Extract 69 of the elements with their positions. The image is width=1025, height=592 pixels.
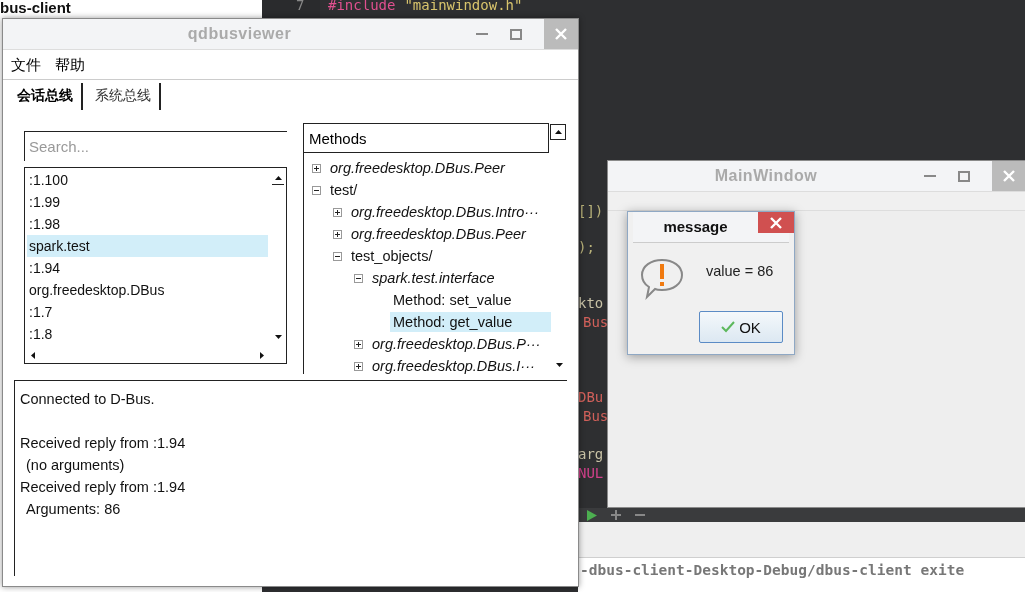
interface-item[interactable]: org.freedesktop.DBus.I··· (369, 356, 551, 376)
scroll-up-button[interactable] (553, 127, 563, 137)
menu-item[interactable]: 帮助 (55, 54, 85, 77)
interface-item[interactable]: org.freedesktop.DBus.Peer (348, 224, 551, 244)
maximize-icon[interactable] (510, 28, 522, 40)
code-fragment: DBu (578, 389, 604, 405)
code-fragment: arg (578, 446, 604, 462)
close-icon (555, 28, 567, 40)
collapse-icon[interactable] (354, 273, 363, 283)
interface-item[interactable]: org.freedesktop.DBus.P··· (369, 334, 551, 354)
window-title: qdbusviewer (186, 25, 293, 43)
message-text: value = 86 (705, 262, 774, 281)
scroll-down-button[interactable] (554, 360, 564, 370)
log-line: (no arguments) (25, 456, 126, 475)
line-number: 7 (296, 0, 305, 13)
code-token: #include (328, 0, 396, 13)
code-fragment: ); (578, 239, 595, 255)
expand-icon[interactable] (312, 163, 321, 173)
collapse-icon[interactable] (333, 251, 342, 261)
collapse-icon[interactable] (312, 185, 321, 195)
scroll-up-button[interactable] (273, 173, 283, 183)
close-icon (770, 216, 782, 229)
service-item[interactable]: :1.8 (27, 323, 268, 345)
object-path-item[interactable]: test/ (327, 180, 551, 200)
warning-icon (640, 257, 684, 301)
service-item[interactable]: org.freedesktop.DBus (27, 279, 268, 301)
code-token: "mainwindow.h" (404, 0, 523, 13)
add-icon[interactable] (610, 509, 622, 521)
code-fragment: Bus (583, 314, 609, 330)
log-line: Connected to D-Bus. (20, 390, 156, 409)
run-icon[interactable] (586, 508, 598, 522)
code-fragment: Bus (583, 408, 609, 424)
expand-icon[interactable] (333, 207, 342, 217)
log-line: Received reply from :1.94 (20, 434, 187, 453)
object-path-item[interactable]: test_objects/ (348, 246, 551, 266)
scroll-right-button[interactable] (257, 350, 267, 360)
service-item[interactable]: :1.98 (27, 213, 268, 235)
close-icon (1003, 170, 1015, 182)
scroll-down-button[interactable] (273, 332, 283, 342)
service-item[interactable]: :1.7 (27, 301, 268, 323)
panel-title: bus-client (0, 0, 71, 15)
method-item[interactable]: Method: get_value (390, 312, 551, 332)
code-fragment: kto (578, 295, 604, 311)
interface-item[interactable]: org.freedesktop.DBus.Intro··· (348, 202, 551, 222)
code-fragment: NUL (578, 465, 604, 481)
search-field[interactable]: Search... (24, 131, 287, 161)
ok-button[interactable]: OK (699, 311, 783, 343)
scroll-left-button[interactable] (28, 350, 38, 360)
service-item[interactable]: :1.94 (27, 257, 268, 279)
maximize-icon[interactable] (958, 170, 970, 182)
expand-icon[interactable] (333, 229, 342, 239)
window-title: MainWindow (713, 167, 819, 185)
expand-icon[interactable] (354, 361, 363, 371)
log-line: Arguments: 86 (25, 500, 122, 519)
code-fragment: []) (578, 203, 604, 219)
dialog-title: message (662, 217, 729, 235)
check-icon (721, 321, 736, 333)
close-button[interactable] (758, 212, 794, 233)
service-item[interactable]: spark.test (27, 235, 268, 257)
service-item[interactable]: :1.100 (27, 169, 268, 191)
menu-item[interactable]: 文件 (11, 54, 41, 77)
expand-icon[interactable] (354, 339, 363, 349)
method-item[interactable]: Method: set_value (390, 290, 551, 310)
service-item[interactable]: :1.99 (27, 191, 268, 213)
log-line: Received reply from :1.94 (20, 478, 187, 497)
interface-item[interactable]: org.freedesktop.DBus.Peer (327, 158, 551, 178)
interface-item[interactable]: spark.test.interface (369, 268, 551, 288)
output-text: -dbus-client-Desktop-Debug/dbus-client exite (580, 562, 965, 578)
column-header: Methods (304, 123, 549, 153)
